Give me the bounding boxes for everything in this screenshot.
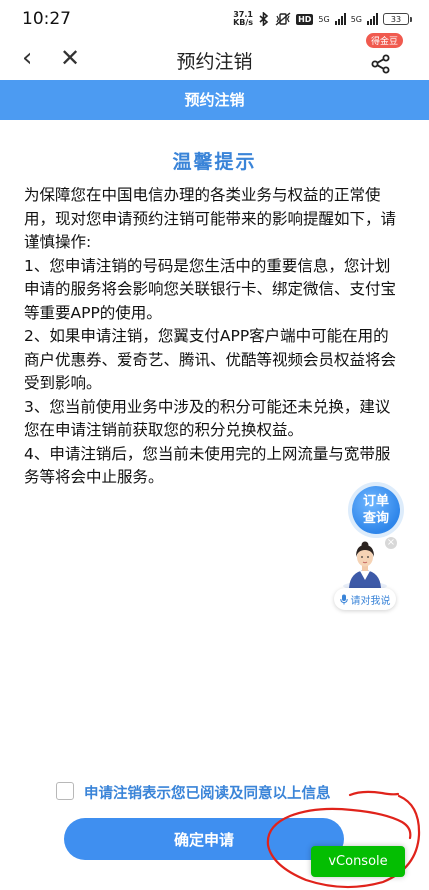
- annotation-underline: [348, 790, 400, 797]
- battery-icon: 33: [383, 13, 412, 25]
- signal-5g-label-2: 5G: [350, 14, 362, 24]
- order-query-button[interactable]: 订单 查询: [352, 486, 400, 534]
- order-query-line1: 订单: [362, 494, 389, 509]
- assistant-avatar[interactable]: [340, 538, 390, 590]
- vconsole-button[interactable]: vConsole: [311, 846, 405, 877]
- network-speed: 37.1 KB/s: [233, 11, 253, 27]
- order-query-line2: 查询: [362, 511, 389, 526]
- nav-bar: ‹ ✕ 预约注销 得金豆: [0, 33, 429, 80]
- battery-level: 33: [390, 14, 402, 24]
- hd-badge: HD: [296, 13, 314, 25]
- notice-paragraph-4: 4、申请注销后，您当前未使用完的上网流量与宽带服务等将会中止服务。: [24, 444, 391, 487]
- signal-bars-icon-2: [367, 13, 378, 25]
- notice-body: 为保障您在中国电信办理的各类业务与权益的正常使用，现对您申请预约注销可能带来的影…: [24, 184, 400, 490]
- coin-badge: 得金豆: [365, 33, 403, 48]
- status-icons: 37.1 KB/s HD 5G 5G 33: [233, 11, 412, 27]
- signal-5g-label-1: 5G: [318, 14, 330, 24]
- notice-title: 温馨提示: [172, 151, 257, 173]
- notice-paragraph-1: 1、您申请注销的号码是您生活中的重要信息，您计划申请的服务将会影响您关联银行卡、…: [24, 256, 397, 322]
- notice-paragraph-2: 2、如果申请注销，您翼支付APP客户端中可能在用的商户优惠券、爱奇艺、腾讯、优酷…: [24, 327, 397, 392]
- status-time: 10:27: [22, 9, 71, 29]
- voice-talk-button[interactable]: 请对我说: [334, 588, 396, 610]
- voice-talk-label: 请对我说: [350, 595, 391, 607]
- vibrate-mute-icon: [275, 12, 291, 26]
- confirm-apply-button[interactable]: 确定申请: [64, 818, 344, 860]
- bluetooth-icon: [259, 12, 269, 26]
- notice-paragraph-intro: 为保障您在中国电信办理的各类业务与权益的正常使用，现对您申请预约注销可能带来的影…: [24, 186, 397, 251]
- app-screen: 10:27 37.1 KB/s HD 5G 5G 33 ‹ ✕ 预约注销 得金豆…: [0, 0, 429, 890]
- status-bar: 10:27 37.1 KB/s HD 5G 5G 33: [0, 0, 429, 38]
- agreement-text[interactable]: 申请注销表示您已阅读及同意以上信息: [84, 782, 331, 803]
- microphone-icon: [339, 594, 348, 604]
- agreement-checkbox[interactable]: [56, 782, 74, 800]
- network-speed-unit: KB/s: [233, 18, 254, 27]
- signal-bars-icon-1: [334, 13, 346, 25]
- share-icon: [371, 54, 390, 74]
- notice-paragraph-3: 3、您当前使用业务中涉及的积分可能还未兑换，建议您在申请注销前获取您的积分兑换权…: [24, 397, 391, 440]
- share-button[interactable]: 得金豆: [355, 33, 403, 78]
- section-header: 预约注销: [0, 80, 429, 120]
